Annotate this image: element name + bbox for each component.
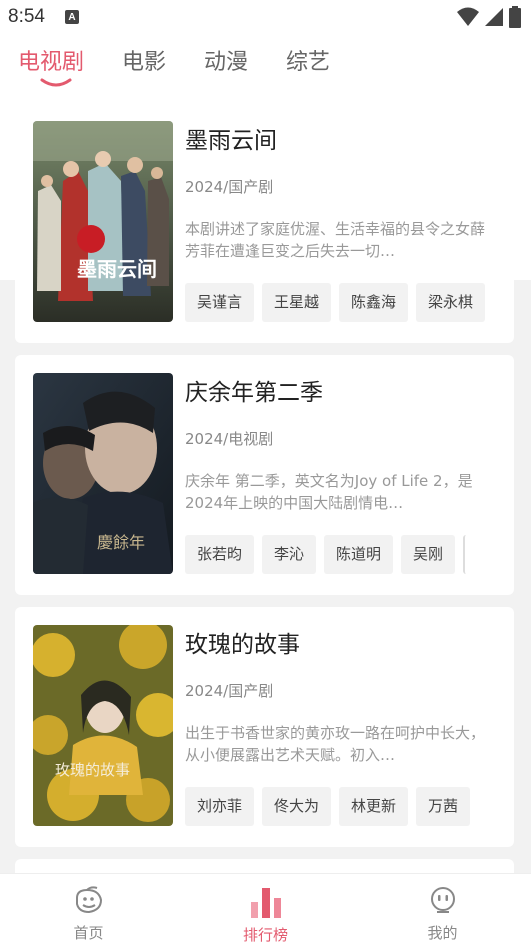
signal-icon	[485, 8, 503, 26]
show-card[interactable]: 玫瑰的故事 玫瑰的故事 2024/国产剧 出生于书香世家的黄亦玫一路在呵护中长大…	[15, 607, 514, 847]
battery-icon	[509, 6, 521, 28]
show-description: 本剧讲述了家庭优渥、生活幸福的县令之女薛芳菲在遭逢巨变之后失去一切…	[185, 220, 486, 260]
cast-tags: 刘亦菲 佟大为 林更新 万茜	[185, 787, 498, 827]
nav-home[interactable]: 首页	[29, 874, 149, 951]
category-tabs: 电视剧 电影 动漫 综艺	[18, 44, 368, 87]
cast-tag[interactable]: 刘亦菲	[185, 787, 255, 826]
cast-tag[interactable]: 王星越	[262, 283, 332, 322]
cast-tags: 张若昀 李沁 陈道明 吴刚	[185, 535, 498, 575]
wifi-icon	[457, 7, 479, 26]
home-bird-icon	[75, 886, 102, 914]
show-title[interactable]: 庆余年第二季	[185, 373, 323, 407]
tab-label: 综艺	[286, 50, 331, 75]
poster-text: 墨雨云间	[77, 257, 157, 281]
poster-image[interactable]: 玫瑰的故事	[33, 625, 173, 826]
tab-anime[interactable]: 动漫	[204, 44, 248, 76]
profile-face-icon	[430, 887, 455, 913]
poster-text: 慶餘年	[97, 533, 145, 552]
show-meta: 2024/电视剧	[185, 430, 274, 448]
tab-tv-series[interactable]: 电视剧	[18, 44, 85, 87]
active-tab-indicator	[40, 78, 72, 87]
show-title[interactable]: 墨雨云间	[185, 121, 277, 155]
show-description: 出生于书香世家的黄亦玫一路在呵护中长大，从小便展露出艺术天赋。初入…	[185, 724, 486, 764]
cast-tag[interactable]: 陈鑫海	[339, 283, 409, 322]
tab-label: 电影	[122, 50, 167, 75]
tab-label: 动漫	[204, 50, 249, 75]
cast-tag[interactable]: 林更新	[339, 787, 409, 826]
cast-tag[interactable]: 佟大为	[262, 787, 332, 826]
status-bar: 8:54 A	[0, 0, 531, 34]
poster-image[interactable]: 墨雨云间	[33, 121, 173, 322]
tab-movies[interactable]: 电影	[122, 44, 166, 76]
bottom-nav: 首页 排行榜 我的	[0, 873, 531, 951]
cast-tag[interactable]: 吴刚	[401, 535, 456, 574]
show-title[interactable]: 玫瑰的故事	[185, 625, 300, 659]
tab-label: 电视剧	[18, 50, 85, 75]
cast-tag[interactable]: 张若昀	[185, 535, 255, 574]
cast-tag[interactable]: 吴谨言	[185, 283, 255, 322]
cast-tag[interactable]: 陈道明	[324, 535, 394, 574]
notification-a-icon: A	[64, 10, 79, 24]
cast-tags: 吴谨言 王星越 陈鑫海 梁永棋	[185, 283, 498, 323]
status-time: 8:54	[8, 6, 45, 27]
tab-variety[interactable]: 综艺	[286, 44, 330, 76]
nav-ranking[interactable]: 排行榜	[206, 874, 326, 951]
nav-label: 首页	[73, 924, 104, 942]
nav-label: 我的	[427, 924, 458, 942]
cast-tag[interactable]	[463, 535, 477, 574]
show-meta: 2024/国产剧	[185, 682, 274, 700]
show-meta: 2024/国产剧	[185, 178, 274, 196]
cast-tag[interactable]: 万茜	[416, 787, 471, 826]
show-card[interactable]: 慶餘年 庆余年第二季 2024/电视剧 庆余年 第二季，英文名为Joy of L…	[15, 355, 514, 595]
show-card[interactable]: 墨雨云间 墨雨云间 2024/国产剧 本剧讲述了家庭优渥、生活幸福的县令之女薛芳…	[15, 103, 514, 343]
cast-tag[interactable]: 梁永棋	[416, 283, 486, 322]
nav-label: 排行榜	[242, 926, 288, 944]
poster-text: 玫瑰的故事	[55, 761, 130, 779]
show-description: 庆余年 第二季，英文名为Joy of Life 2，是2024年上映的中国大陆剧…	[185, 472, 473, 512]
ranking-bars-icon	[250, 888, 281, 918]
nav-profile[interactable]: 我的	[383, 874, 503, 951]
status-icons	[457, 6, 521, 28]
cast-tag[interactable]: 李沁	[262, 535, 317, 574]
poster-image[interactable]: 慶餘年	[33, 373, 173, 574]
